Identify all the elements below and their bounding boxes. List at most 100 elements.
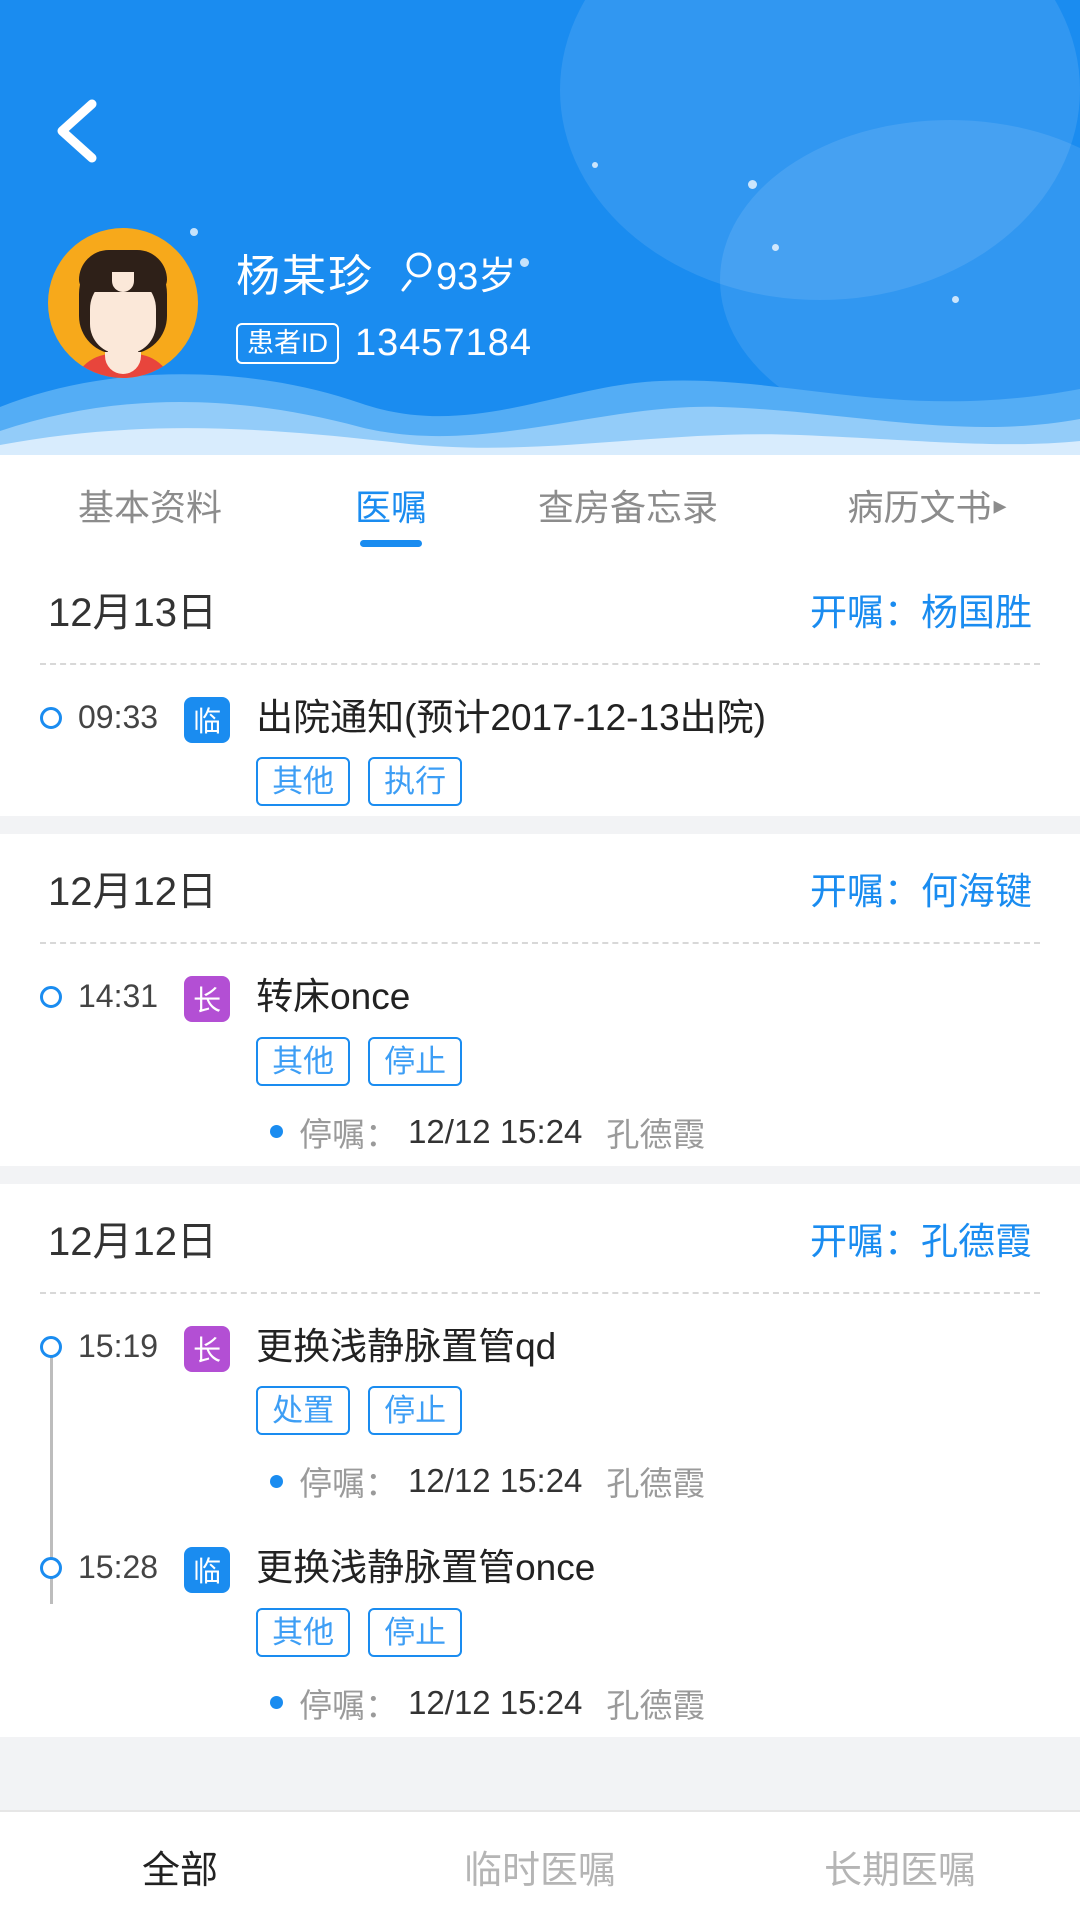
order-main-row: 15:28 临 更换浅静脉置管once 其他 停止 停嘱： 12/12 15:2… [0,1515,1080,1726]
timeline-ring-icon [40,1557,62,1580]
order-time: 15:19 [78,1327,159,1364]
patient-name: 杨某珍 [236,252,374,301]
order-item[interactable]: 09:33 临 出院通知(预计2017-12-13出院) 其他 执行 [0,665,1080,816]
avatar-fringe [79,250,167,292]
female-symbol-icon [401,252,432,292]
stop-note-time: 12/12 15:24 [408,1683,583,1721]
doctor-label: 开嘱： [810,871,921,913]
filter-all[interactable]: 全部 [0,1839,360,1894]
stop-note-operator: 孔德霞 [606,1686,706,1724]
section-doctor[interactable]: 开嘱：孔德霞 [810,1211,1032,1265]
order-body: 更换浅静脉置管once 其他 停止 停嘱： 12/12 15:24 孔德霞 [256,1545,1040,1726]
order-chip[interactable]: 处置 [256,1386,351,1436]
order-chip[interactable]: 停止 [368,1386,463,1436]
order-main-row: 09:33 临 出院通知(预计2017-12-13出院) 其他 执行 [0,665,1080,807]
order-chip[interactable]: 停止 [368,1036,463,1086]
order-title: 出院通知(预计2017-12-13出院) [256,697,766,738]
filter-long-term-orders[interactable]: 长期医嘱 [720,1839,1080,1894]
order-title: 转床once [256,976,411,1018]
back-button[interactable] [42,88,116,174]
patient-summary: 杨某珍 93岁 患者ID 13457184 [48,228,532,378]
stop-note-operator: 孔德霞 [606,1465,706,1503]
order-section: 12月13日 开嘱：杨国胜 09:33 临 出院通知(预计2017-12-13出… [0,555,1080,817]
order-section-header: 12月12日 开嘱：何海键 [0,834,1080,942]
tab-basic-info[interactable]: 基本资料 [0,455,300,555]
section-tabs: 基本资料 医嘱 查房备忘录 病历文书 ▸ [0,455,1080,555]
order-type-badge: 临 [184,697,231,743]
order-chips: 处置 停止 [256,1386,1040,1436]
order-chips: 其他 停止 [256,1607,1040,1657]
order-time: 09:33 [78,699,159,735]
order-stop-note: 停嘱： 12/12 15:24 孔德霞 [270,1457,1040,1505]
order-item[interactable]: 14:31 长 转床once 其他 停止 停嘱： 12/12 15:24 孔德霞 [0,944,1080,1165]
doctor-name: 杨国胜 [921,592,1032,633]
order-chips: 其他 执行 [256,757,1040,807]
patient-header: 杨某珍 93岁 患者ID 13457184 [0,0,1080,455]
order-type-badge: 长 [184,1325,231,1372]
section-gap [0,1736,1080,1755]
patient-name-line: 杨某珍 93岁 [236,240,532,304]
order-body: 出院通知(预计2017-12-13出院) 其他 执行 [256,695,1040,807]
patient-id-line: 患者ID 13457184 [236,322,532,365]
order-main-row: 14:31 长 转床once 其他 停止 停嘱： 12/12 15:24 孔德霞 [0,944,1080,1155]
chevron-right-icon: ▸ [993,489,1007,520]
order-section: 12月12日 开嘱：何海键 14:31 长 转床once 其他 停止 停嘱： 1… [0,834,1080,1166]
tab-label: 基本资料 [77,487,222,528]
order-chip[interactable]: 停止 [368,1607,463,1657]
doctor-name: 孔德霞 [921,1220,1032,1262]
order-title: 更换浅静脉置管qd [256,1325,557,1367]
patient-id-label: 患者ID [236,322,339,365]
bullet-dot-icon [270,1474,284,1488]
tab-orders[interactable]: 医嘱 [300,455,482,555]
tab-medical-records[interactable]: 病历文书 ▸ [774,455,1080,555]
stop-note-operator: 孔德霞 [606,1115,706,1153]
bullet-dot-icon [270,1696,284,1710]
order-section: 12月12日 开嘱：孔德霞 15:19 长 更换浅静脉置管qd 处置 停止 停嘱… [0,1183,1080,1737]
stop-note-label: 停嘱： [299,1465,399,1503]
order-time: 15:28 [78,1549,159,1586]
avatar [48,228,198,378]
orders-scroll-area[interactable]: 12月13日 开嘱：杨国胜 09:33 临 出院通知(预计2017-12-13出… [0,555,1080,1810]
order-chip[interactable]: 执行 [368,757,463,807]
order-group: 15:19 长 更换浅静脉置管qd 处置 停止 停嘱： 12/12 15:24 … [0,1294,1080,1737]
tab-active-underline [360,540,422,547]
timeline-ring-icon [40,986,62,1009]
stop-note-time: 12/12 15:24 [408,1112,583,1150]
tab-label: 查房备忘录 [537,487,718,528]
order-type-badge: 长 [184,976,231,1023]
order-section-header: 12月12日 开嘱：孔德霞 [0,1184,1080,1292]
order-body: 更换浅静脉置管qd 处置 停止 停嘱： 12/12 15:24 孔德霞 [256,1324,1040,1505]
order-item[interactable]: 15:19 长 更换浅静脉置管qd 处置 停止 停嘱： 12/12 15:24 … [0,1294,1080,1515]
order-chip[interactable]: 其他 [256,1036,351,1086]
order-main-row: 15:19 长 更换浅静脉置管qd 处置 停止 停嘱： 12/12 15:24 … [0,1294,1080,1505]
patient-info: 杨某珍 93岁 患者ID 13457184 [236,228,532,365]
patient-age: 93岁 [436,255,517,298]
chevron-left-icon [57,99,97,163]
order-section-header: 12月13日 开嘱：杨国胜 [0,555,1080,663]
order-chip[interactable]: 其他 [256,1607,351,1657]
doctor-label: 开嘱： [810,592,921,633]
patient-id-value: 13457184 [355,322,533,364]
patient-gender-age: 93岁 [400,245,516,300]
order-chips: 其他 停止 [256,1036,1040,1086]
order-stop-note: 停嘱： 12/12 15:24 孔德霞 [270,1108,1040,1156]
stop-note-label: 停嘱： [299,1686,399,1724]
tab-label: 医嘱 [354,487,427,528]
section-date: 12月12日 [48,1219,217,1264]
order-type-badge: 临 [184,1547,231,1594]
header-dot-3 [748,180,757,189]
order-stop-note: 停嘱： 12/12 15:24 孔德霞 [270,1679,1040,1727]
section-doctor[interactable]: 开嘱：何海键 [810,861,1032,915]
bullet-dot-icon [270,1125,284,1139]
section-gap [0,1165,1080,1184]
order-chip[interactable]: 其他 [256,757,351,807]
header-dot-4 [772,244,779,251]
order-item[interactable]: 15:28 临 更换浅静脉置管once 其他 停止 停嘱： 12/12 15:2… [0,1515,1080,1736]
tab-label-wrap: 病历文书 ▸ [847,479,1006,531]
tab-ward-round-memo[interactable]: 查房备忘录 [482,455,774,555]
doctor-name: 何海键 [921,871,1032,913]
bottom-filter-bar: 全部 临时医嘱 长期医嘱 [0,1810,1080,1920]
section-date: 12月13日 [48,591,217,635]
section-doctor[interactable]: 开嘱：杨国胜 [810,582,1032,636]
filter-temporary-orders[interactable]: 临时医嘱 [360,1839,720,1894]
